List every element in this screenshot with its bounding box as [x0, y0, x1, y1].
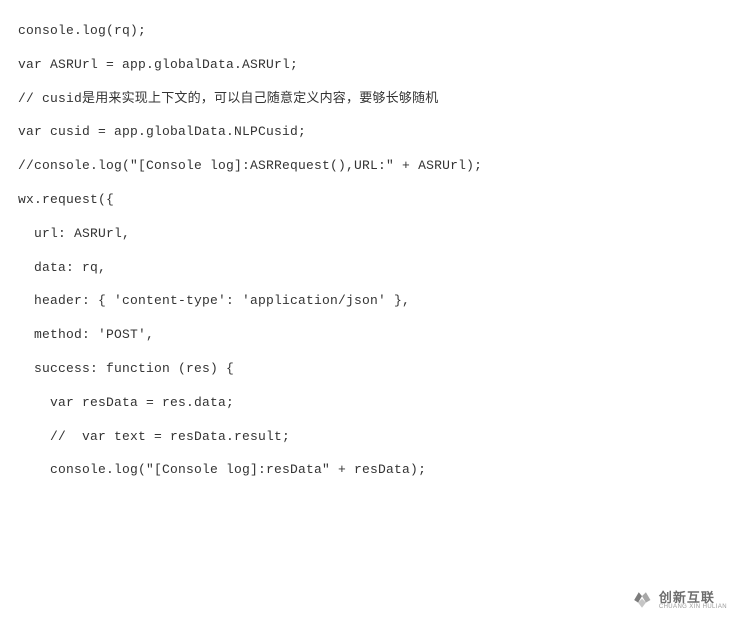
watermark-logo-icon — [629, 587, 655, 613]
code-line: var cusid = app.globalData.NLPCusid; — [18, 115, 721, 149]
code-line: // cusid是用来实现上下文的，可以自己随意定义内容，要够长够随机 — [18, 82, 721, 116]
code-line: var resData = res.data; — [18, 386, 721, 420]
code-line: //console.log("[Console log]:ASRRequest(… — [18, 149, 721, 183]
code-line: var ASRUrl = app.globalData.ASRUrl; — [18, 48, 721, 82]
code-line: console.log(rq); — [18, 14, 721, 48]
watermark-subtitle: CHUANG XIN HULIAN — [659, 604, 727, 610]
code-line: method: 'POST', — [18, 318, 721, 352]
code-line: data: rq, — [18, 251, 721, 285]
code-line: // var text = resData.result; — [18, 420, 721, 454]
code-block: console.log(rq);var ASRUrl = app.globalD… — [18, 14, 721, 487]
code-line: success: function (res) { — [18, 352, 721, 386]
code-line: console.log("[Console log]:resData" + re… — [18, 453, 721, 487]
watermark-text: 创新互联 CHUANG XIN HULIAN — [659, 591, 727, 610]
watermark-title: 创新互联 — [659, 591, 727, 604]
code-line: header: { 'content-type': 'application/j… — [18, 284, 721, 318]
watermark: 创新互联 CHUANG XIN HULIAN — [629, 587, 727, 613]
code-line: wx.request({ — [18, 183, 721, 217]
code-line: url: ASRUrl, — [18, 217, 721, 251]
